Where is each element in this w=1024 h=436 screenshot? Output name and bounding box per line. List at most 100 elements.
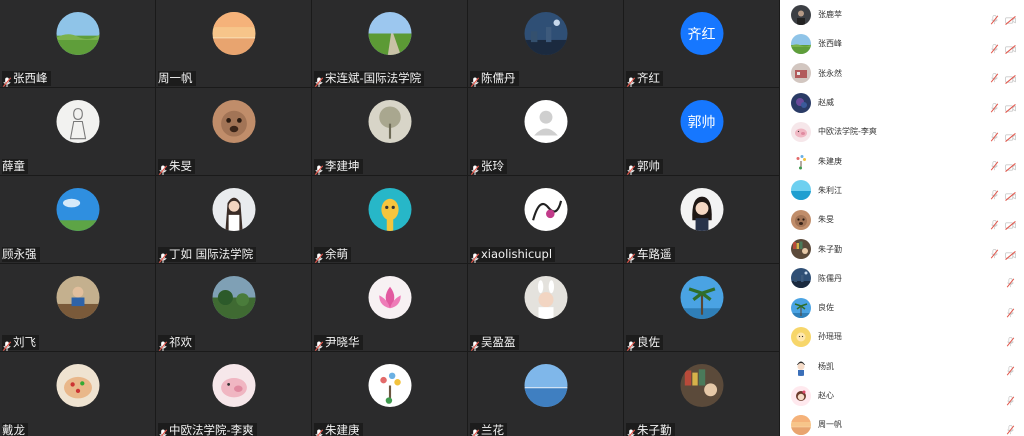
camera-off-icon[interactable] — [1005, 245, 1016, 260]
video-tile[interactable]: 戴龙 — [0, 352, 155, 436]
video-tile[interactable]: 郭帅 郭帅 — [624, 88, 779, 175]
mic-muted-icon[interactable] — [1006, 391, 1015, 405]
participant-name-label: 齐红 — [626, 71, 663, 87]
lotus-flower-avatar — [368, 276, 411, 319]
participant-list-item[interactable]: 朱子勤 — [780, 234, 1024, 263]
mic-muted-icon — [158, 425, 168, 436]
video-tile[interactable]: 周一帆 — [156, 0, 311, 87]
camera-off-icon[interactable] — [1005, 186, 1016, 201]
participant-list-item[interactable]: 中欧法学院-李爽 — [780, 117, 1024, 146]
participant-list-item[interactable]: 杨凯 — [780, 352, 1024, 381]
participant-list-name: 朱旻 — [818, 215, 834, 225]
participant-list-item[interactable]: 朱旻 — [780, 205, 1024, 234]
participant-list-item[interactable]: 赵心 — [780, 381, 1024, 410]
mic-muted-icon[interactable] — [990, 68, 999, 83]
video-tile[interactable]: 李建坤 — [312, 88, 467, 175]
participant-name-label: 朱子勤 — [626, 423, 675, 436]
video-tile[interactable]: 兰花 — [468, 352, 623, 436]
palm-tree-photo-avatar — [791, 297, 811, 318]
participant-name: 余萌 — [325, 247, 348, 261]
video-tile[interactable]: 张西峰 — [0, 0, 155, 87]
participant-name: 周一帆 — [158, 71, 193, 85]
video-tile[interactable]: 张玲 — [468, 88, 623, 175]
mic-muted-icon — [158, 161, 168, 175]
participant-list-name: 周一帆 — [818, 420, 842, 430]
participant-name: xiaolishicupl — [481, 247, 553, 261]
participant-name: 顾永强 — [2, 247, 37, 261]
participant-name-label: 顾永强 — [2, 247, 40, 262]
video-tile[interactable]: 余萌 — [312, 176, 467, 263]
mic-muted-icon[interactable] — [1006, 361, 1015, 376]
mic-muted-icon[interactable] — [1006, 420, 1015, 435]
participant-list-name: 朱利江 — [818, 185, 842, 195]
mic-muted-icon[interactable] — [990, 39, 999, 54]
video-tile[interactable]: 薛童 — [0, 88, 155, 175]
camera-off-icon[interactable] — [1005, 10, 1016, 26]
participant-list-item[interactable]: 陈儒丹 — [780, 264, 1024, 293]
mic-muted-icon[interactable] — [990, 10, 999, 25]
participant-list-name: 赵威 — [818, 98, 834, 108]
mic-muted-icon[interactable] — [990, 215, 999, 230]
video-tile[interactable]: 朱旻 — [156, 88, 311, 175]
mic-muted-icon[interactable] — [1006, 332, 1015, 347]
man-desk-photo-avatar — [56, 276, 99, 319]
video-tile[interactable]: 车路遥 — [624, 176, 779, 263]
video-tile[interactable]: 吴盈盈 — [468, 264, 623, 351]
participant-list-name: 良佐 — [818, 303, 834, 313]
participant-name: 朱建庚 — [325, 423, 360, 436]
camera-off-icon[interactable] — [1005, 39, 1016, 55]
mic-muted-icon[interactable] — [990, 244, 999, 259]
mic-muted-icon — [470, 161, 480, 175]
mic-muted-icon — [2, 73, 12, 87]
video-tile[interactable]: 中欧法学院-李爽 — [156, 352, 311, 436]
mic-muted-icon — [314, 425, 324, 436]
participant-name: 朱旻 — [169, 159, 192, 173]
participant-name: 宋连斌-国际法学院 — [325, 71, 422, 85]
video-tile[interactable]: xiaolishicupl — [468, 176, 623, 263]
mic-muted-icon[interactable] — [990, 185, 999, 200]
participant-name-label: 车路遥 — [626, 247, 675, 263]
video-grid: 张西峰 周一帆 宋连斌-国际法学院 陈儒丹 齐红 齐红薛童 朱旻 李建坤 张玲 郭帅 … — [0, 0, 780, 436]
camera-off-icon[interactable] — [1005, 127, 1016, 143]
mic-muted-icon[interactable] — [990, 127, 999, 142]
camera-off-icon[interactable] — [1005, 69, 1016, 84]
participant-list-item[interactable]: 张鹿苹 — [780, 0, 1024, 29]
video-tile[interactable]: 丁如 国际法学院 — [156, 176, 311, 263]
video-tile[interactable]: 尹晓华 — [312, 264, 467, 351]
mic-muted-icon[interactable] — [990, 98, 999, 113]
participant-list-item[interactable]: 良佐 — [780, 293, 1024, 322]
participant-list-item[interactable]: 赵威 — [780, 88, 1024, 117]
participant-list-item[interactable]: 张西峰 — [780, 29, 1024, 58]
mic-muted-icon[interactable] — [1006, 273, 1015, 288]
video-tile[interactable]: 朱子勤 — [624, 352, 779, 436]
camera-off-icon[interactable] — [1005, 98, 1016, 113]
camera-off-icon[interactable] — [1005, 215, 1016, 231]
participant-name-label: 张玲 — [470, 159, 507, 175]
video-tile[interactable]: 朱建庚 — [312, 352, 467, 436]
lake-photo-avatar — [524, 364, 567, 407]
camera-off-icon[interactable] — [1005, 157, 1016, 172]
mic-muted-icon — [626, 249, 636, 263]
participant-name: 薛童 — [2, 159, 25, 173]
video-tile[interactable]: 刘飞 — [0, 264, 155, 351]
participant-list-item[interactable]: 朱建庚 — [780, 146, 1024, 175]
mic-muted-icon[interactable] — [1006, 303, 1015, 318]
video-tile[interactable]: 顾永强 — [0, 176, 155, 263]
participant-list-item[interactable]: 周一帆 — [780, 410, 1024, 436]
ink-art-avatar — [524, 188, 567, 231]
participant-list-panel[interactable]: 张鹿苹 张西峰 张永然 赵威 中欧法学院-李爽 朱建庚 朱利江 朱旻 朱子勤 陈… — [780, 0, 1024, 436]
participant-list-item[interactable]: 张永然 — [780, 59, 1024, 88]
participant-list-item[interactable]: 孙瑶瑶 — [780, 322, 1024, 351]
video-tile[interactable]: 祁欢 — [156, 264, 311, 351]
video-tile[interactable]: 宋连斌-国际法学院 — [312, 0, 467, 87]
participant-name-label: 朱建庚 — [314, 423, 363, 436]
mic-muted-icon — [626, 73, 636, 87]
video-tile[interactable]: 齐红 齐红 — [624, 0, 779, 87]
participant-list-item[interactable]: 朱利江 — [780, 176, 1024, 205]
cake-photo-avatar — [56, 364, 99, 407]
video-tile[interactable]: 良佐 — [624, 264, 779, 351]
video-tile[interactable]: 陈儒丹 — [468, 0, 623, 87]
mic-muted-icon[interactable] — [990, 156, 999, 171]
girl-cartoon-avatar — [791, 385, 811, 406]
giraffe-cartoon-avatar — [368, 188, 411, 231]
